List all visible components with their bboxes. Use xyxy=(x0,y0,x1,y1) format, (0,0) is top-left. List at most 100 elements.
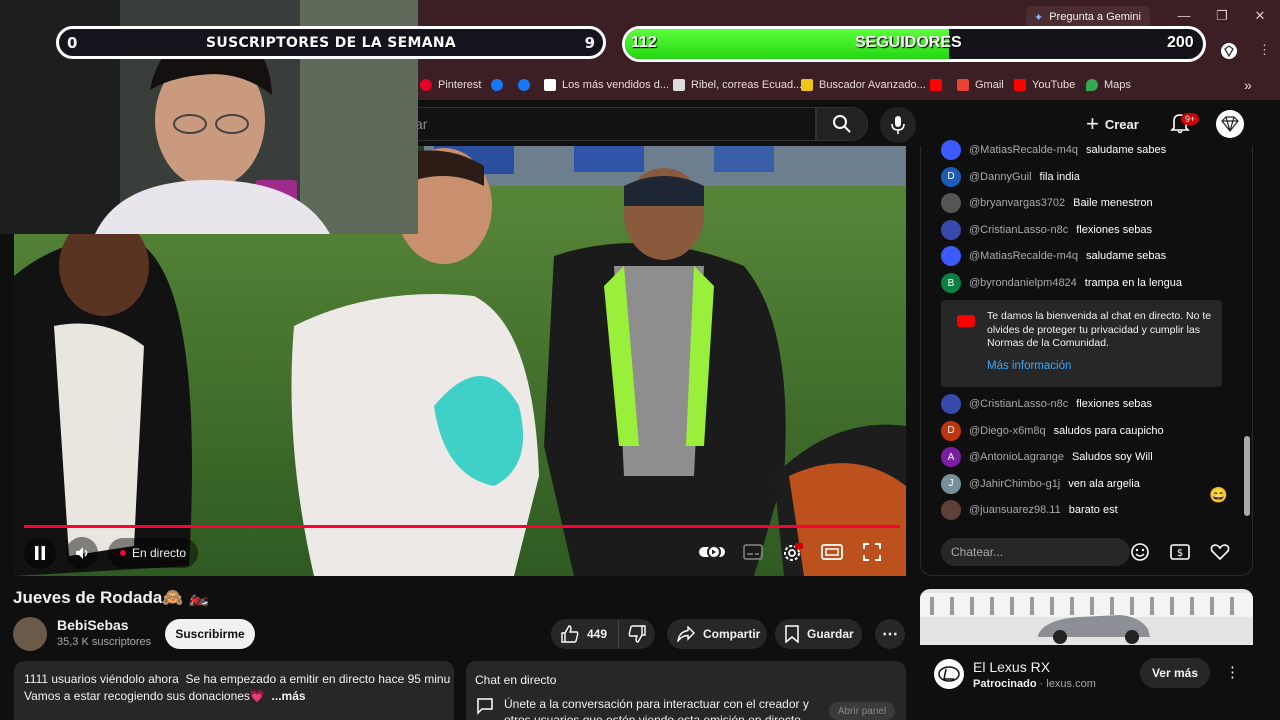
gemini-button[interactable]: ✦ Pregunta a Gemini xyxy=(1026,6,1150,28)
chat-scrollbar-thumb[interactable] xyxy=(1244,436,1250,516)
bookmark-buscador[interactable]: Buscador Avanzado... xyxy=(801,70,926,100)
like-chat-button[interactable] xyxy=(1206,538,1234,566)
chat-avatar[interactable] xyxy=(941,394,961,414)
chat-avatar[interactable]: D xyxy=(941,420,961,441)
bookmark-bestsellers[interactable]: Los más vendidos d... xyxy=(544,70,669,100)
super-chat-button[interactable]: $ xyxy=(1166,538,1194,566)
chat-author[interactable]: @MatiasRecalde-m4q xyxy=(969,250,1078,262)
chat-avatar[interactable] xyxy=(941,140,961,160)
chat-author[interactable]: @byrondanielpm4824 xyxy=(969,277,1077,289)
chat-message[interactable]: @CristianLasso-n8c flexiones sebas xyxy=(941,394,1152,414)
subscribe-button[interactable]: Suscribirme xyxy=(165,619,255,649)
volume-button[interactable] xyxy=(66,537,98,569)
chat-author[interactable]: @MatiasRecalde-m4q xyxy=(969,144,1078,156)
autoplay-toggle[interactable] xyxy=(698,543,726,561)
bookmark-ribel[interactable]: Ribel, correas Ecuad... xyxy=(673,70,802,100)
thumbs-up-icon xyxy=(561,625,579,643)
bookmark-maps[interactable]: Maps xyxy=(1086,70,1131,100)
chat-message[interactable]: @bryanvargas3702 Baile menestron xyxy=(941,193,1153,214)
share-icon xyxy=(677,626,695,642)
live-chat-text: Únete a la conversación para interactuar… xyxy=(504,697,809,720)
youtube-icon xyxy=(930,79,942,91)
restore-icon[interactable]: ❐ xyxy=(1212,8,1232,24)
page-icon xyxy=(544,79,556,91)
open-panel-button[interactable]: Abrir panel xyxy=(829,702,895,720)
bookmark-youtube-small[interactable] xyxy=(930,70,942,100)
more-info-link[interactable]: Más información xyxy=(987,360,1071,374)
minimize-icon[interactable]: — xyxy=(1174,8,1194,23)
description-box[interactable]: 1111 usuarios viéndolo ahora Se ha empez… xyxy=(14,661,454,720)
chat-avatar[interactable] xyxy=(941,193,961,214)
ad-menu-icon[interactable]: ⋮ xyxy=(1225,663,1240,681)
more-bookmarks-button[interactable]: » xyxy=(1244,70,1252,100)
chat-message[interactable]: @MatiasRecalde-m4q saludame sabes xyxy=(941,140,1166,160)
share-button[interactable]: Compartir xyxy=(667,619,767,649)
chat-message[interactable]: B @byrondanielpm4824 trampa en la lengua xyxy=(941,273,1182,293)
pause-button[interactable] xyxy=(24,537,56,569)
chat-avatar[interactable] xyxy=(941,246,961,267)
chat-avatar[interactable]: B xyxy=(941,273,961,293)
ad-title[interactable]: El Lexus RX xyxy=(973,659,1050,675)
voice-search-button[interactable] xyxy=(880,107,916,143)
followers-goal: 200 xyxy=(1167,34,1194,51)
channel-name[interactable]: BebiSebas xyxy=(57,617,129,633)
chat-author[interactable]: @CristianLasso-n8c xyxy=(969,398,1068,410)
bookmark-gmail[interactable]: Gmail xyxy=(957,70,1004,100)
chat-author[interactable]: @AntonioLagrange xyxy=(969,451,1064,463)
chat-input[interactable]: Chatear... xyxy=(941,538,1130,566)
subtitles-button[interactable] xyxy=(742,543,764,561)
chat-avatar[interactable] xyxy=(941,500,961,521)
fullscreen-button[interactable] xyxy=(862,542,882,562)
search-input[interactable]: ar xyxy=(410,107,816,141)
bookmark-icon xyxy=(785,625,799,643)
channel-avatar[interactable] xyxy=(13,617,47,651)
ad-cta-button[interactable]: Ver más xyxy=(1140,658,1210,688)
like-button[interactable]: 449 xyxy=(551,619,619,649)
emoji-button[interactable] xyxy=(1126,538,1154,566)
bookmark-youtube[interactable]: YouTube xyxy=(1014,70,1075,100)
ad-card[interactable]: El Lexus RX Patrocinado · lexus.com Ver … xyxy=(920,589,1253,720)
save-button[interactable]: Guardar xyxy=(775,619,862,649)
chat-text: saludame sebas xyxy=(1086,250,1167,263)
menu-icon[interactable]: ⋮ xyxy=(1258,42,1271,58)
chat-message[interactable]: D @DannyGuil fila india xyxy=(941,166,1080,187)
followers-label: SEGUIDORES xyxy=(855,34,962,51)
avatar[interactable] xyxy=(1216,110,1244,138)
chat-author[interactable]: @JahirChimbo-g1j xyxy=(969,478,1060,490)
close-icon[interactable]: ✕ xyxy=(1250,8,1270,24)
chat-avatar[interactable]: A xyxy=(941,447,961,468)
chat-text: saludame sabes xyxy=(1086,144,1167,156)
more-actions-button[interactable]: ⋯ xyxy=(875,619,905,649)
microphone-icon xyxy=(891,116,905,134)
ad-image[interactable] xyxy=(920,589,1253,645)
progress-bar[interactable] xyxy=(24,525,900,528)
chat-message[interactable]: @juansuarez98.11 barato est xyxy=(941,500,1118,521)
chat-author[interactable]: @juansuarez98.11 xyxy=(969,504,1061,516)
profile-icon[interactable] xyxy=(1220,42,1238,60)
live-indicator[interactable]: En directo xyxy=(108,538,199,568)
video-title: Jueves de Rodada🙈 🏍️ xyxy=(13,588,210,607)
bookmark-facebook-1[interactable] xyxy=(491,70,503,100)
create-button[interactable]: + Crear xyxy=(1086,110,1158,138)
search-button[interactable] xyxy=(816,107,868,141)
chat-avatar[interactable]: J xyxy=(941,473,961,494)
chat-message[interactable]: @CristianLasso-n8c flexiones sebas xyxy=(941,219,1152,240)
chat-message[interactable]: A @AntonioLagrange Saludos soy Will xyxy=(941,447,1153,468)
chat-scrollbar[interactable] xyxy=(1243,146,1251,530)
dislike-button[interactable] xyxy=(619,619,655,649)
bookmark-facebook-2[interactable] xyxy=(518,70,530,100)
chat-message[interactable]: J @JahirChimbo-g1j ven ala argelia xyxy=(941,473,1140,494)
chat-message[interactable]: @MatiasRecalde-m4q saludame sebas xyxy=(941,246,1167,267)
show-more-link[interactable]: ...más xyxy=(272,689,306,703)
chat-author[interactable]: @bryanvargas3702 xyxy=(969,197,1065,209)
chat-author[interactable]: @Diego-x6m8q xyxy=(969,425,1046,437)
live-chat-panel: @MatiasRecalde-m4q saludame sabes D @DannyG… xyxy=(920,140,1253,576)
bookmark-pinterest[interactable]: Pinterest xyxy=(420,70,481,100)
chat-author[interactable]: @CristianLasso-n8c xyxy=(969,224,1068,236)
chat-avatar[interactable]: D xyxy=(941,166,961,187)
theater-mode-button[interactable] xyxy=(820,543,844,561)
chat-message[interactable]: D @Diego-x6m8q saludos para caupicho xyxy=(941,420,1164,441)
settings-button[interactable] xyxy=(780,541,804,563)
chat-author[interactable]: @DannyGuil xyxy=(969,171,1032,183)
chat-avatar[interactable] xyxy=(941,219,961,240)
